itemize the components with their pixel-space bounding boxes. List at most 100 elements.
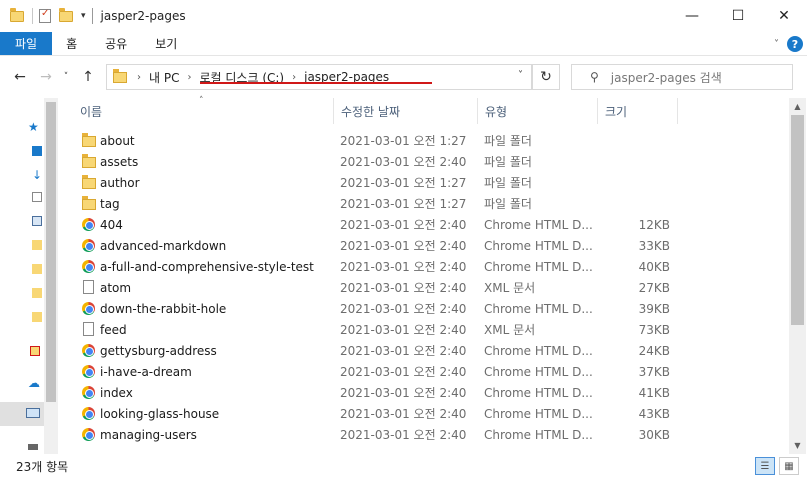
folder-icon[interactable]	[32, 264, 42, 274]
close-button[interactable]: ✕	[761, 0, 807, 32]
file-type: 파일 폴더	[484, 176, 532, 190]
file-row[interactable]: author 2021-03-01 오전 1:27 파일 폴더	[78, 172, 788, 193]
column-divider[interactable]	[333, 98, 334, 124]
navigation-pane-scrollbar[interactable]	[44, 98, 58, 454]
file-name: feed	[100, 322, 127, 337]
file-row[interactable]: looking-glass-house 2021-03-01 오전 2:40 Chr…	[78, 403, 788, 424]
file-size: 24KB	[638, 343, 670, 358]
column-divider[interactable]	[677, 98, 678, 124]
file-name: author	[100, 175, 140, 190]
column-header-date[interactable]: 수정한 날짜	[341, 98, 477, 124]
column-header-type[interactable]: 유형	[485, 98, 597, 124]
chrome-icon	[82, 386, 95, 399]
pictures-icon[interactable]	[32, 216, 42, 226]
column-header-type-label: 유형	[485, 104, 508, 119]
folder-icon[interactable]	[10, 7, 24, 22]
search-input[interactable]: ⚲ jasper2-pages 검색	[571, 64, 793, 90]
file-row[interactable]: index 2021-03-01 오전 2:40 Chrome HTML D... 4…	[78, 382, 788, 403]
file-row[interactable]: atom 2021-03-01 오전 2:40 XML 문서 27KB	[78, 277, 788, 298]
search-icon: ⚲	[590, 70, 599, 84]
file-row[interactable]: advanced-markdown 2021-03-01 오전 2:40 Chrom…	[78, 235, 788, 256]
recent-locations-dropdown[interactable]: ˅	[56, 72, 76, 82]
breadcrumb-separator[interactable]: ›	[137, 72, 141, 83]
file-size: 33KB	[638, 238, 670, 253]
file-row[interactable]: i-have-a-dream 2021-03-01 오전 2:40 Chrome H…	[78, 361, 788, 382]
column-divider[interactable]	[597, 98, 598, 124]
breadcrumb-separator[interactable]: ›	[187, 72, 191, 83]
file-size: 12KB	[638, 217, 670, 232]
tab-view[interactable]: 보기	[141, 32, 191, 55]
tab-file[interactable]: 파일	[0, 32, 53, 55]
properties-icon[interactable]	[39, 8, 51, 23]
scroll-up-button[interactable]: ▲	[789, 98, 806, 115]
back-button[interactable]: ←	[10, 69, 30, 85]
scroll-down-button[interactable]: ▼	[789, 437, 806, 454]
file-type: XML 문서	[484, 281, 536, 295]
chrome-icon	[82, 407, 95, 420]
folder-icon	[82, 175, 96, 189]
file-type: Chrome HTML D...	[484, 343, 593, 358]
desktop-icon[interactable]	[32, 146, 42, 156]
file-type: Chrome HTML D...	[484, 406, 593, 421]
file-date: 2021-03-01 오전 2:40	[340, 323, 467, 337]
large-icons-view-button[interactable]: ▦	[779, 457, 799, 475]
address-history-dropdown[interactable]: ˅	[518, 70, 523, 81]
file-row[interactable]: down-the-rabbit-hole 2021-03-01 오전 2:40 Ch…	[78, 298, 788, 319]
folder-icon[interactable]	[32, 312, 42, 322]
maximize-button[interactable]: ☐	[715, 0, 761, 32]
column-header-name[interactable]: 이름	[80, 98, 332, 124]
downloads-icon[interactable]: ↓	[32, 168, 42, 182]
onedrive-icon[interactable]: ☁	[28, 376, 40, 390]
expand-ribbon-icon[interactable]: ˅	[774, 39, 779, 50]
breadcrumb-separator[interactable]: ›	[292, 72, 296, 83]
file-date: 2021-03-01 오전 2:40	[340, 281, 467, 295]
file-name: assets	[100, 154, 139, 169]
this-pc-icon[interactable]	[26, 408, 40, 418]
file-row[interactable]: 404 2021-03-01 오전 2:40 Chrome HTML D... 12K…	[78, 214, 788, 235]
minimize-button[interactable]: —	[669, 0, 715, 32]
forward-button[interactable]: →	[36, 69, 56, 85]
file-row[interactable]: tag 2021-03-01 오전 1:27 파일 폴더	[78, 193, 788, 214]
file-row[interactable]: feed 2021-03-01 오전 2:40 XML 문서 73KB	[78, 319, 788, 340]
folder-icon[interactable]	[32, 240, 42, 250]
file-row[interactable]: a-full-and-comprehensive-style-test 2021-…	[78, 256, 788, 277]
file-date: 2021-03-01 오전 1:27	[340, 176, 467, 190]
file-type: Chrome HTML D...	[484, 385, 593, 400]
up-button[interactable]: ↑	[78, 69, 98, 85]
address-bar[interactable]: › 내 PC › 로컬 디스크 (C:) › jasper2-pages ˅	[106, 64, 532, 90]
tab-share[interactable]: 공유	[91, 32, 141, 55]
file-list-scroll-thumb[interactable]	[791, 115, 804, 325]
file-size: 37KB	[638, 364, 670, 379]
documents-icon[interactable]	[32, 192, 42, 202]
file-row[interactable]: about 2021-03-01 오전 1:27 파일 폴더	[78, 130, 788, 151]
title-divider	[91, 8, 93, 24]
file-list-scrollbar[interactable]: ▲ ▼	[789, 98, 806, 454]
file-row[interactable]: managing-users 2021-03-01 오전 2:40 Chrome H…	[78, 424, 788, 445]
tab-home[interactable]: 홈	[52, 32, 91, 55]
details-view-button[interactable]: ☰	[755, 457, 775, 475]
chrome-icon	[82, 218, 95, 231]
help-icon[interactable]: ?	[787, 36, 803, 52]
file-name: managing-users	[100, 427, 197, 442]
file-date: 2021-03-01 오전 2:40	[340, 155, 467, 169]
column-divider[interactable]	[477, 98, 478, 124]
file-row[interactable]: gettysburg-address 2021-03-01 오전 2:40 Chro…	[78, 340, 788, 361]
folder-icon	[82, 133, 96, 147]
network-icon[interactable]	[28, 444, 38, 450]
column-header-size[interactable]: 크기	[605, 98, 677, 124]
breadcrumb-this-pc[interactable]: 내 PC	[149, 69, 179, 86]
file-date: 2021-03-01 오전 2:40	[340, 407, 467, 421]
new-folder-icon[interactable]	[59, 7, 73, 22]
navigation-pane-scroll-thumb[interactable]	[46, 102, 56, 402]
creative-cloud-icon[interactable]	[30, 346, 40, 356]
annotation-underline	[200, 82, 432, 84]
customize-toolbar-dropdown[interactable]: ▾	[81, 11, 86, 21]
folder-icon[interactable]	[32, 288, 42, 298]
file-date: 2021-03-01 오전 1:27	[340, 197, 467, 211]
quick-access-star-icon[interactable]: ★	[28, 120, 39, 134]
file-row[interactable]: assets 2021-03-01 오전 2:40 파일 폴더	[78, 151, 788, 172]
file-size: 41KB	[638, 385, 670, 400]
file-type: Chrome HTML D...	[484, 301, 593, 316]
refresh-button[interactable]: ↻	[532, 64, 560, 90]
view-switcher: ☰ ▦	[755, 457, 799, 475]
